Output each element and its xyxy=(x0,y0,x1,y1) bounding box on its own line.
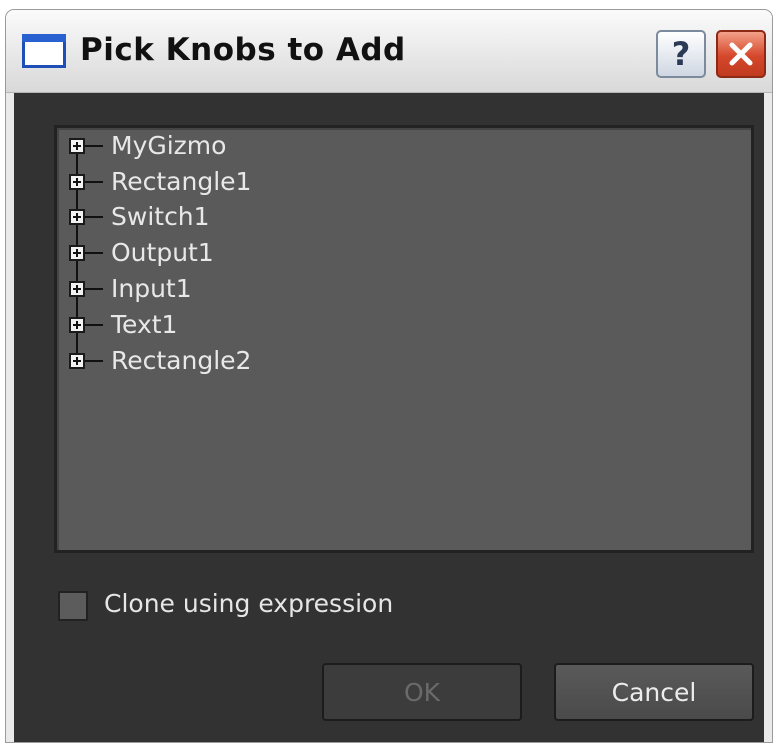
tree-item-output1[interactable]: Output1 xyxy=(69,236,214,270)
window-icon xyxy=(22,34,66,68)
tree-item-rectangle1[interactable]: Rectangle1 xyxy=(69,165,251,199)
tree-item-text1[interactable]: Text1 xyxy=(69,308,177,342)
dialog-window: Pick Knobs to Add ? MyGizmo Rectangle1 S… xyxy=(6,10,772,742)
tree-item-label: Rectangle2 xyxy=(111,346,252,375)
close-button[interactable] xyxy=(716,30,766,78)
clone-expression-checkbox[interactable] xyxy=(58,591,88,621)
plus-expander-icon[interactable] xyxy=(69,209,85,225)
tree-item-label: Rectangle1 xyxy=(111,167,252,196)
plus-expander-icon[interactable] xyxy=(69,281,85,297)
tree-item-rectangle2[interactable]: Rectangle2 xyxy=(69,344,251,378)
plus-expander-icon[interactable] xyxy=(69,317,85,333)
help-button[interactable]: ? xyxy=(656,30,706,78)
tree-item-switch1[interactable]: Switch1 xyxy=(69,200,210,234)
plus-expander-icon[interactable] xyxy=(69,138,85,154)
close-icon xyxy=(729,42,753,66)
tree-item-label: Switch1 xyxy=(111,202,210,231)
tree-item-input1[interactable]: Input1 xyxy=(69,272,192,306)
tree-item-label: Output1 xyxy=(111,238,214,267)
ok-button[interactable]: OK xyxy=(322,663,522,721)
tree-connector xyxy=(85,324,103,326)
knob-tree[interactable]: MyGizmo Rectangle1 Switch1 Output1 Input xyxy=(54,125,754,553)
tree-connector xyxy=(85,216,103,218)
tree-connector xyxy=(85,360,103,362)
tree-connector xyxy=(85,288,103,290)
plus-expander-icon[interactable] xyxy=(69,353,85,369)
tree-connector xyxy=(85,252,103,254)
title-bar[interactable]: Pick Knobs to Add ? xyxy=(6,10,772,93)
tree-item-label: Input1 xyxy=(111,274,192,303)
tree-item-label: Text1 xyxy=(111,310,178,339)
dialog-body: MyGizmo Rectangle1 Switch1 Output1 Input xyxy=(14,93,764,742)
plus-expander-icon[interactable] xyxy=(69,245,85,261)
tree-connector xyxy=(85,181,103,183)
help-icon: ? xyxy=(671,35,691,73)
tree-item-mygizmo[interactable]: MyGizmo xyxy=(69,129,226,163)
window-title: Pick Knobs to Add xyxy=(80,32,406,68)
tree-connector xyxy=(85,145,103,147)
plus-expander-icon[interactable] xyxy=(69,174,85,190)
tree-item-label: MyGizmo xyxy=(111,131,227,160)
cancel-button[interactable]: Cancel xyxy=(554,663,754,721)
clone-expression-label[interactable]: Clone using expression xyxy=(104,589,393,618)
